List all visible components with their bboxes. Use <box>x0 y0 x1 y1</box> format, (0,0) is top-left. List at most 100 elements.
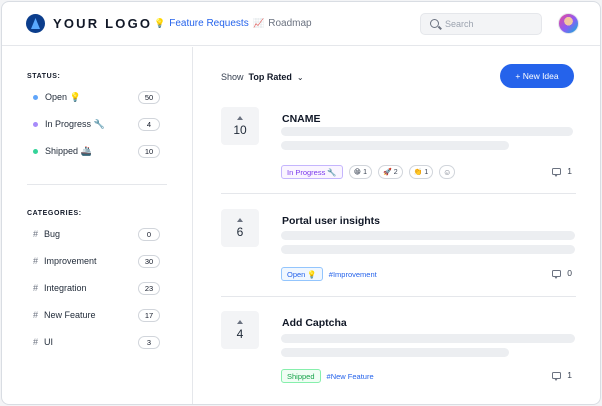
status-badge: Shipped <box>281 369 321 383</box>
sidebar-category-ui[interactable]: # UI 3 <box>33 335 160 349</box>
nav-feature-requests[interactable]: 💡 Feature Requests <box>154 18 249 29</box>
upvote-arrow-icon <box>237 319 243 324</box>
skeleton-line <box>281 348 509 357</box>
category-label: Integration <box>44 283 87 293</box>
category-link[interactable]: #Improvement <box>329 270 377 279</box>
avatar[interactable] <box>558 13 579 34</box>
reaction-emoji: 🚀 <box>383 169 392 176</box>
nav-roadmap[interactable]: 📈 Roadmap <box>253 18 312 29</box>
lightbulb-icon: 💡 <box>154 18 166 28</box>
vote-count: 4 <box>236 326 244 341</box>
upvote-button[interactable]: 6 <box>221 209 259 247</box>
post-title[interactable]: Add Captcha <box>282 317 347 329</box>
reaction-chip[interactable]: 🚀 2 <box>378 165 403 179</box>
reaction-emoji: 😁 <box>353 169 362 176</box>
hash-icon: # <box>33 310 39 320</box>
top-header: YOUR LOGO 💡 Feature Requests 📈 Roadmap <box>2 2 600 46</box>
upvote-button[interactable]: 10 <box>221 107 259 145</box>
new-idea-button[interactable]: + New Idea <box>500 64 574 88</box>
hash-icon: # <box>33 337 39 347</box>
skeleton-line <box>281 141 509 150</box>
sidebar-category-bug[interactable]: # Bug 0 <box>33 227 160 241</box>
logo-icon[interactable] <box>26 14 45 33</box>
comment-icon <box>552 371 562 381</box>
status-dot <box>33 148 38 154</box>
category-label: Improvement <box>44 256 97 266</box>
sidebar-category-improvement[interactable]: # Improvement 30 <box>33 254 160 268</box>
category-label: New Feature <box>44 310 96 320</box>
category-label: Bug <box>44 229 61 239</box>
categories-section-title: CATEGORIES: <box>27 210 82 217</box>
chevron-down-icon: ⌄ <box>296 72 304 82</box>
category-count: 23 <box>138 281 160 295</box>
post-item[interactable]: 4 Add Captcha Shipped #New Feature 1 <box>221 307 576 397</box>
skeleton-line <box>281 127 573 136</box>
vote-count: 6 <box>236 224 244 239</box>
logo-text[interactable]: YOUR LOGO <box>53 16 152 31</box>
category-count: 3 <box>138 335 160 349</box>
sidebar-status-open[interactable]: Open 💡 50 <box>33 90 160 104</box>
sidebar-category-integration[interactable]: # Integration 23 <box>33 281 160 295</box>
reaction-chip[interactable]: 😁 1 <box>348 165 372 179</box>
skeleton-line <box>281 231 575 240</box>
upvote-arrow-icon <box>237 115 243 120</box>
reaction-count: 2 <box>393 168 398 176</box>
sort-label: Show <box>221 72 244 82</box>
sidebar-status-in-progress[interactable]: In Progress 🔧 4 <box>33 117 160 131</box>
sidebar-category-new-feature[interactable]: # New Feature 17 <box>33 308 160 322</box>
search-input[interactable] <box>445 17 535 31</box>
sort-dropdown[interactable]: Show Top Rated ⌄ <box>221 72 304 82</box>
status-count: 50 <box>138 90 160 104</box>
search-icon <box>430 19 439 28</box>
category-count: 0 <box>138 227 160 241</box>
sidebar: STATUS: Open 💡 50 In Progress 🔧 4 Shippe… <box>2 47 193 404</box>
skeleton-line <box>281 245 575 254</box>
comment-count: 0 <box>567 268 572 278</box>
reaction-count: 1 <box>424 168 429 176</box>
status-label: In Progress 🔧 <box>45 118 105 129</box>
post-title[interactable]: CNAME <box>282 113 321 125</box>
category-label: UI <box>44 337 54 347</box>
vote-count: 10 <box>233 122 247 137</box>
post-meta: Open 💡 #Improvement <box>281 267 377 281</box>
hash-icon: # <box>33 229 39 239</box>
comments-link[interactable]: 1 <box>552 370 572 381</box>
category-count: 30 <box>138 254 160 268</box>
status-count: 10 <box>138 144 160 158</box>
reaction-emoji: 👏 <box>413 169 423 176</box>
skeleton-line <box>281 334 575 343</box>
status-count: 4 <box>138 117 160 131</box>
comments-link[interactable]: 1 <box>552 166 572 177</box>
upvote-button[interactable]: 4 <box>221 311 259 349</box>
comments-link[interactable]: 0 <box>552 268 572 279</box>
nav-label: Roadmap <box>268 18 312 29</box>
sidebar-divider <box>27 184 167 185</box>
comment-icon <box>552 167 562 177</box>
upvote-arrow-icon <box>237 217 243 222</box>
category-count: 17 <box>138 308 160 322</box>
reaction-chip[interactable]: 👏 1 <box>408 165 434 179</box>
add-reaction-icon[interactable]: ☺ <box>439 165 456 179</box>
post-meta: Shipped #New Feature <box>281 369 374 383</box>
post-item[interactable]: 10 CNAME In Progress 🔧 😁 1 🚀 2 👏 1 ☺ 1 <box>221 103 576 194</box>
post-meta: In Progress 🔧 😁 1 🚀 2 👏 1 ☺ <box>281 165 456 179</box>
status-section-title: STATUS: <box>27 73 61 80</box>
chart-icon: 📈 <box>253 18 265 28</box>
search-box[interactable] <box>420 13 542 35</box>
comment-icon <box>552 269 562 279</box>
status-dot <box>33 121 38 127</box>
status-label: Open 💡 <box>45 91 81 102</box>
category-link[interactable]: #New Feature <box>327 372 374 381</box>
comment-count: 1 <box>567 370 572 380</box>
status-label: Shipped 🚢 <box>45 145 92 156</box>
nav-label: Feature Requests <box>169 18 249 29</box>
sidebar-status-shipped[interactable]: Shipped 🚢 10 <box>33 144 160 158</box>
reaction-count: 1 <box>363 168 367 176</box>
hash-icon: # <box>33 283 39 293</box>
post-title[interactable]: Portal user insights <box>282 215 380 227</box>
sort-value: Top Rated <box>248 72 292 82</box>
comment-count: 1 <box>567 166 572 176</box>
hash-icon: # <box>33 256 39 266</box>
post-item[interactable]: 6 Portal user insights Open 💡 #Improveme… <box>221 205 576 297</box>
app-window: YOUR LOGO 💡 Feature Requests 📈 Roadmap S… <box>1 1 601 405</box>
